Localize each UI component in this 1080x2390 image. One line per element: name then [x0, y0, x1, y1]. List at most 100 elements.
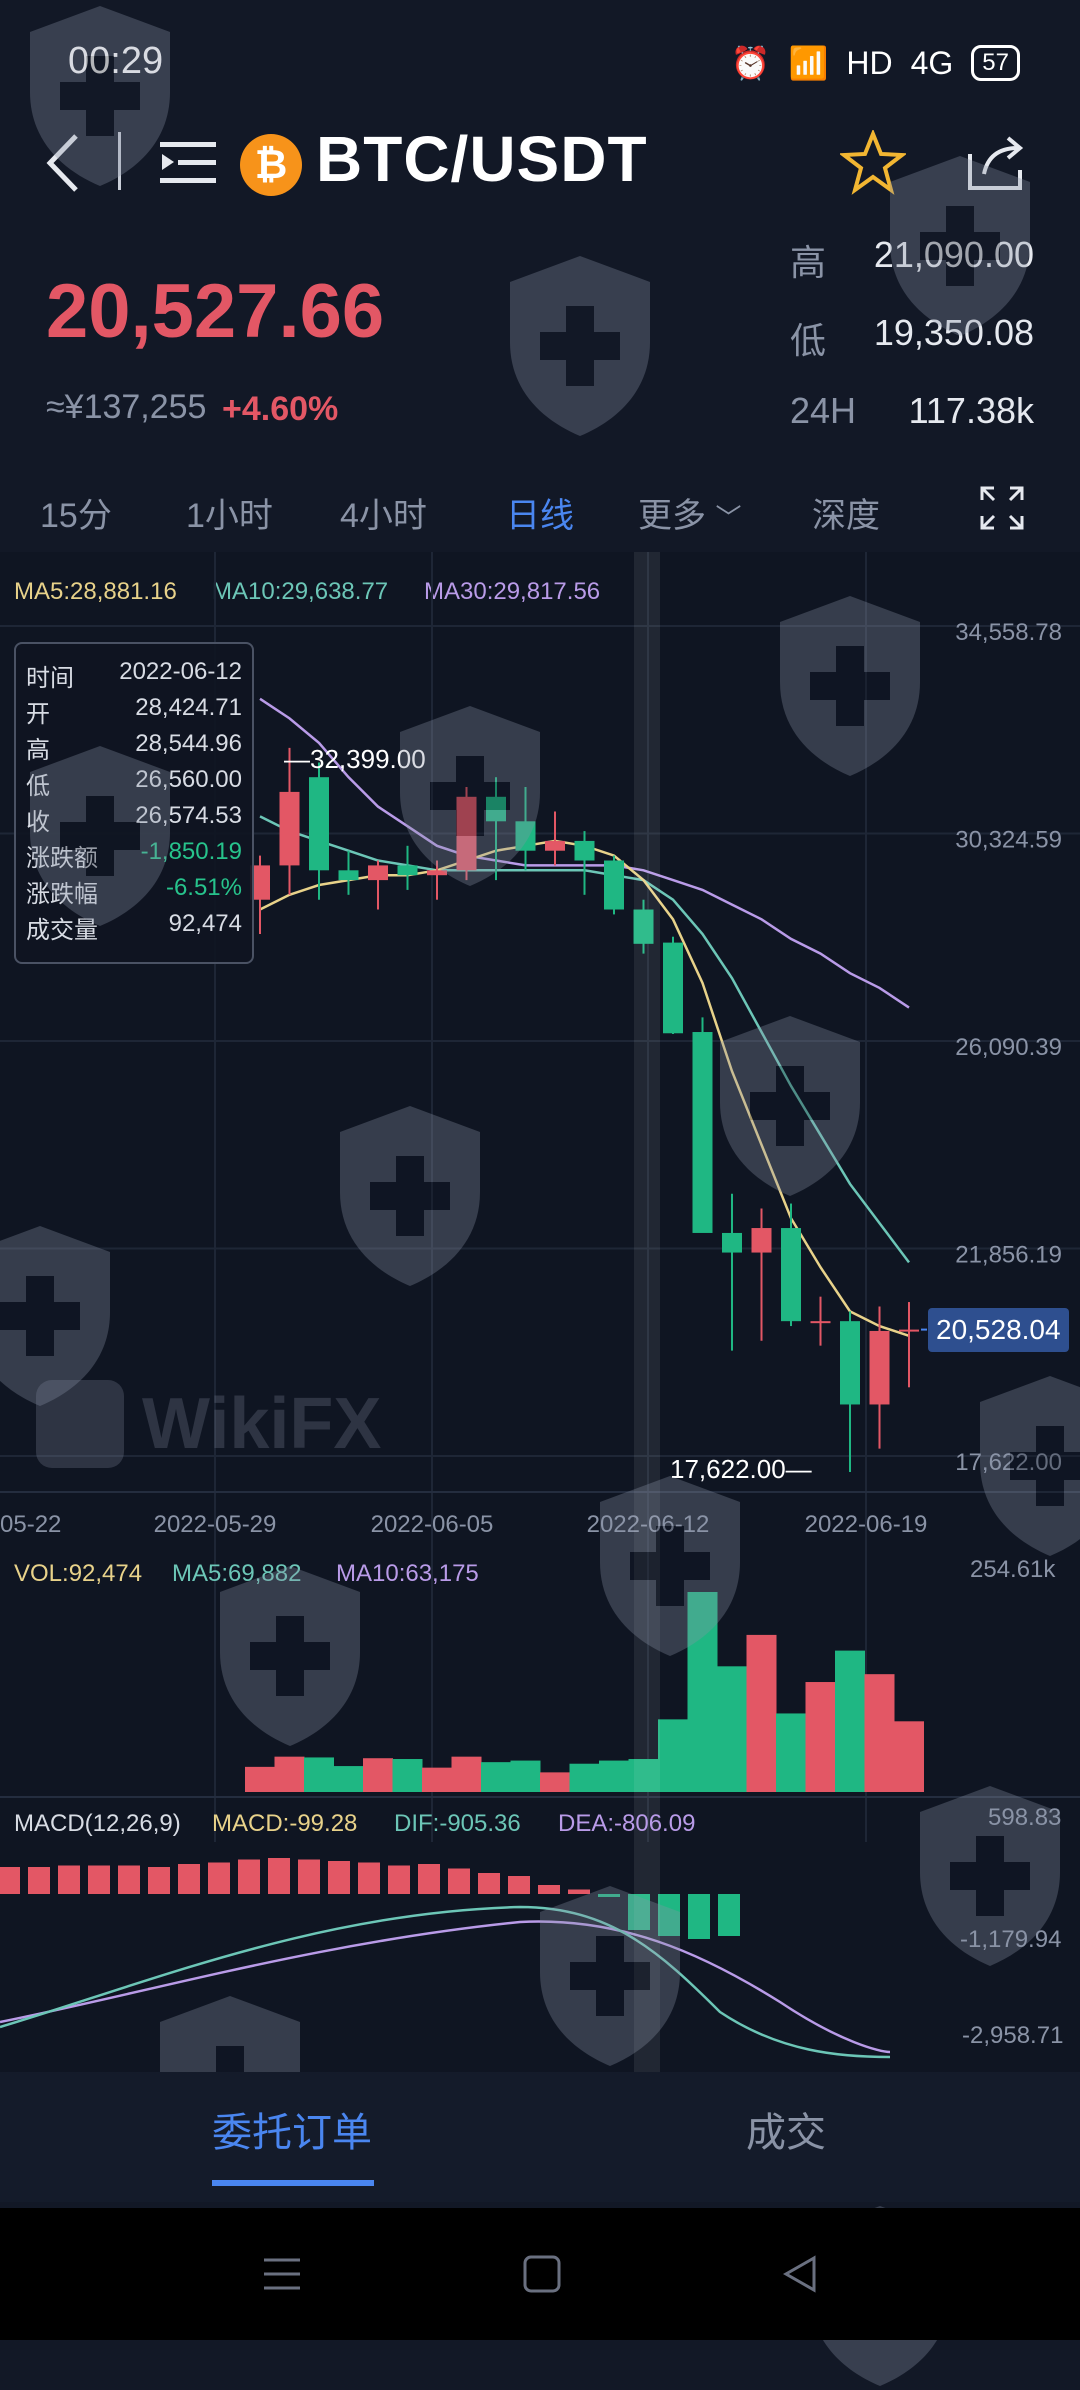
shield-watermark-icon — [30, 746, 170, 926]
shield-watermark-icon — [600, 1476, 740, 1656]
tab-daily[interactable]: 日线 — [506, 488, 574, 537]
high-annotation-line: — — [284, 744, 310, 774]
trading-pair-title[interactable]: BTC/USDT — [316, 122, 648, 196]
dif-value: DIF:-905.36 — [394, 1810, 521, 1837]
shield-watermark-icon — [780, 596, 920, 776]
price-change-percent: +4.60% — [222, 390, 339, 428]
nav-menu-icon[interactable] — [262, 2254, 302, 2294]
candle-body — [338, 870, 359, 881]
last-price-tag: 20,528.04 — [928, 1308, 1069, 1352]
macd-bar — [478, 1873, 500, 1894]
tooltip-value: 2022-06-12 — [119, 658, 242, 685]
macd-bar — [298, 1859, 320, 1894]
candle-body — [751, 1228, 772, 1253]
candle-body — [309, 777, 329, 871]
volume-bar — [569, 1763, 600, 1792]
candle-body — [663, 942, 683, 1034]
macd-bar — [88, 1865, 110, 1894]
wifi-icon: 📶 — [788, 45, 829, 81]
macd-bar — [688, 1894, 710, 1939]
tab-trades[interactable]: 成交 — [746, 2100, 826, 2158]
candle-body — [574, 840, 595, 861]
macd-bar — [28, 1867, 50, 1894]
macd-bar — [148, 1867, 170, 1894]
tab-1h[interactable]: 1小时 — [186, 488, 273, 537]
tab-4h[interactable]: 4小时 — [340, 488, 427, 537]
macd-bar — [418, 1864, 440, 1894]
macd-bar — [448, 1868, 470, 1894]
tooltip-row-open: 开 28,424.71 — [26, 694, 242, 729]
x-axis-label: 2022-06-19 — [805, 1511, 928, 1538]
macd-bar — [508, 1876, 530, 1894]
network-type: HD — [846, 44, 893, 81]
last-price: 20,527.66 — [46, 269, 385, 354]
volume-bar — [481, 1762, 511, 1792]
macd-bar — [118, 1865, 140, 1894]
stat-24h-value: 117.38k — [908, 390, 1034, 431]
macd-value: MACD:-99.28 — [212, 1810, 358, 1837]
y-axis-label: 34,558.78 — [955, 619, 1062, 646]
shield-watermark-icon — [540, 1886, 680, 2066]
volume-bar — [864, 1674, 895, 1792]
vol-legend: VOL:92,474 — [14, 1560, 143, 1587]
macd-lines — [0, 1905, 891, 2059]
bottom-tab-bar — [0, 2072, 1080, 2202]
battery-indicator: 57 — [971, 45, 1020, 81]
nav-home-icon[interactable] — [522, 2254, 562, 2294]
volume-bar — [245, 1766, 275, 1792]
shield-watermark-icon — [920, 1786, 1060, 1966]
macd-bar — [58, 1865, 80, 1894]
tooltip-key: 开 — [26, 701, 50, 728]
volume-bar — [776, 1713, 806, 1792]
volume-bar — [422, 1767, 452, 1792]
macd-bar — [238, 1859, 260, 1894]
tab-orders[interactable]: 委托订单 — [212, 2100, 372, 2158]
candle-body — [722, 1232, 742, 1253]
cny-price: ≈¥137,255 — [46, 388, 207, 426]
volume-bar — [717, 1666, 747, 1792]
macd-bar — [268, 1858, 290, 1894]
volume-bar — [835, 1650, 865, 1792]
tooltip-value: 28,424.71 — [135, 694, 242, 721]
volume-bar — [510, 1760, 541, 1792]
tooltip-row-time: 时间 2022-06-12 — [26, 658, 242, 693]
nav-back-icon[interactable] — [780, 2254, 820, 2294]
candle-body — [810, 1321, 831, 1324]
shield-watermark-icon — [30, 6, 170, 186]
shield-watermark-icon — [340, 1106, 480, 1286]
volume-bar — [363, 1758, 393, 1792]
volume-bar — [540, 1772, 570, 1792]
volume-bar — [392, 1759, 423, 1792]
crosshair-column — [634, 552, 660, 2072]
btc-coin-icon: ₿ — [240, 134, 302, 196]
macd-bar — [328, 1861, 350, 1894]
shield-watermark-icon — [980, 1376, 1080, 1556]
active-tab-indicator — [212, 2180, 374, 2186]
macd-bar — [718, 1894, 740, 1936]
volume-bar — [451, 1756, 482, 1792]
volume-bar — [333, 1766, 364, 1792]
signal-type: 4G — [910, 44, 954, 81]
y-axis-label: 30,324.59 — [955, 826, 1062, 853]
tooltip-key: 时间 — [26, 665, 74, 692]
volume-bar — [746, 1634, 777, 1792]
tab-more[interactable]: 更多 ﹀ — [638, 488, 741, 537]
candle-body — [840, 1321, 860, 1405]
shield-watermark-icon — [510, 256, 650, 436]
shield-watermark-icon — [400, 706, 540, 886]
low-annotation-line: — — [785, 1454, 812, 1484]
volume-bar — [658, 1719, 688, 1792]
tab-depth[interactable]: 深度 — [812, 488, 880, 537]
macd-bar — [388, 1865, 410, 1894]
tab-15m[interactable]: 15分 — [40, 488, 112, 537]
x-axis-labels: 05-222022-05-292022-06-052022-06-122022-… — [0, 1511, 927, 1538]
macd-bar — [208, 1862, 230, 1894]
macd-bar — [0, 1867, 20, 1894]
volume-bar — [805, 1682, 836, 1792]
candle-body — [604, 860, 624, 910]
candle-body — [899, 1329, 919, 1332]
fullscreen-icon[interactable] — [978, 484, 1026, 532]
shield-watermark-icon — [0, 1226, 110, 1406]
watermark-text: WikiFX — [142, 1384, 382, 1464]
candle-body — [368, 865, 388, 881]
